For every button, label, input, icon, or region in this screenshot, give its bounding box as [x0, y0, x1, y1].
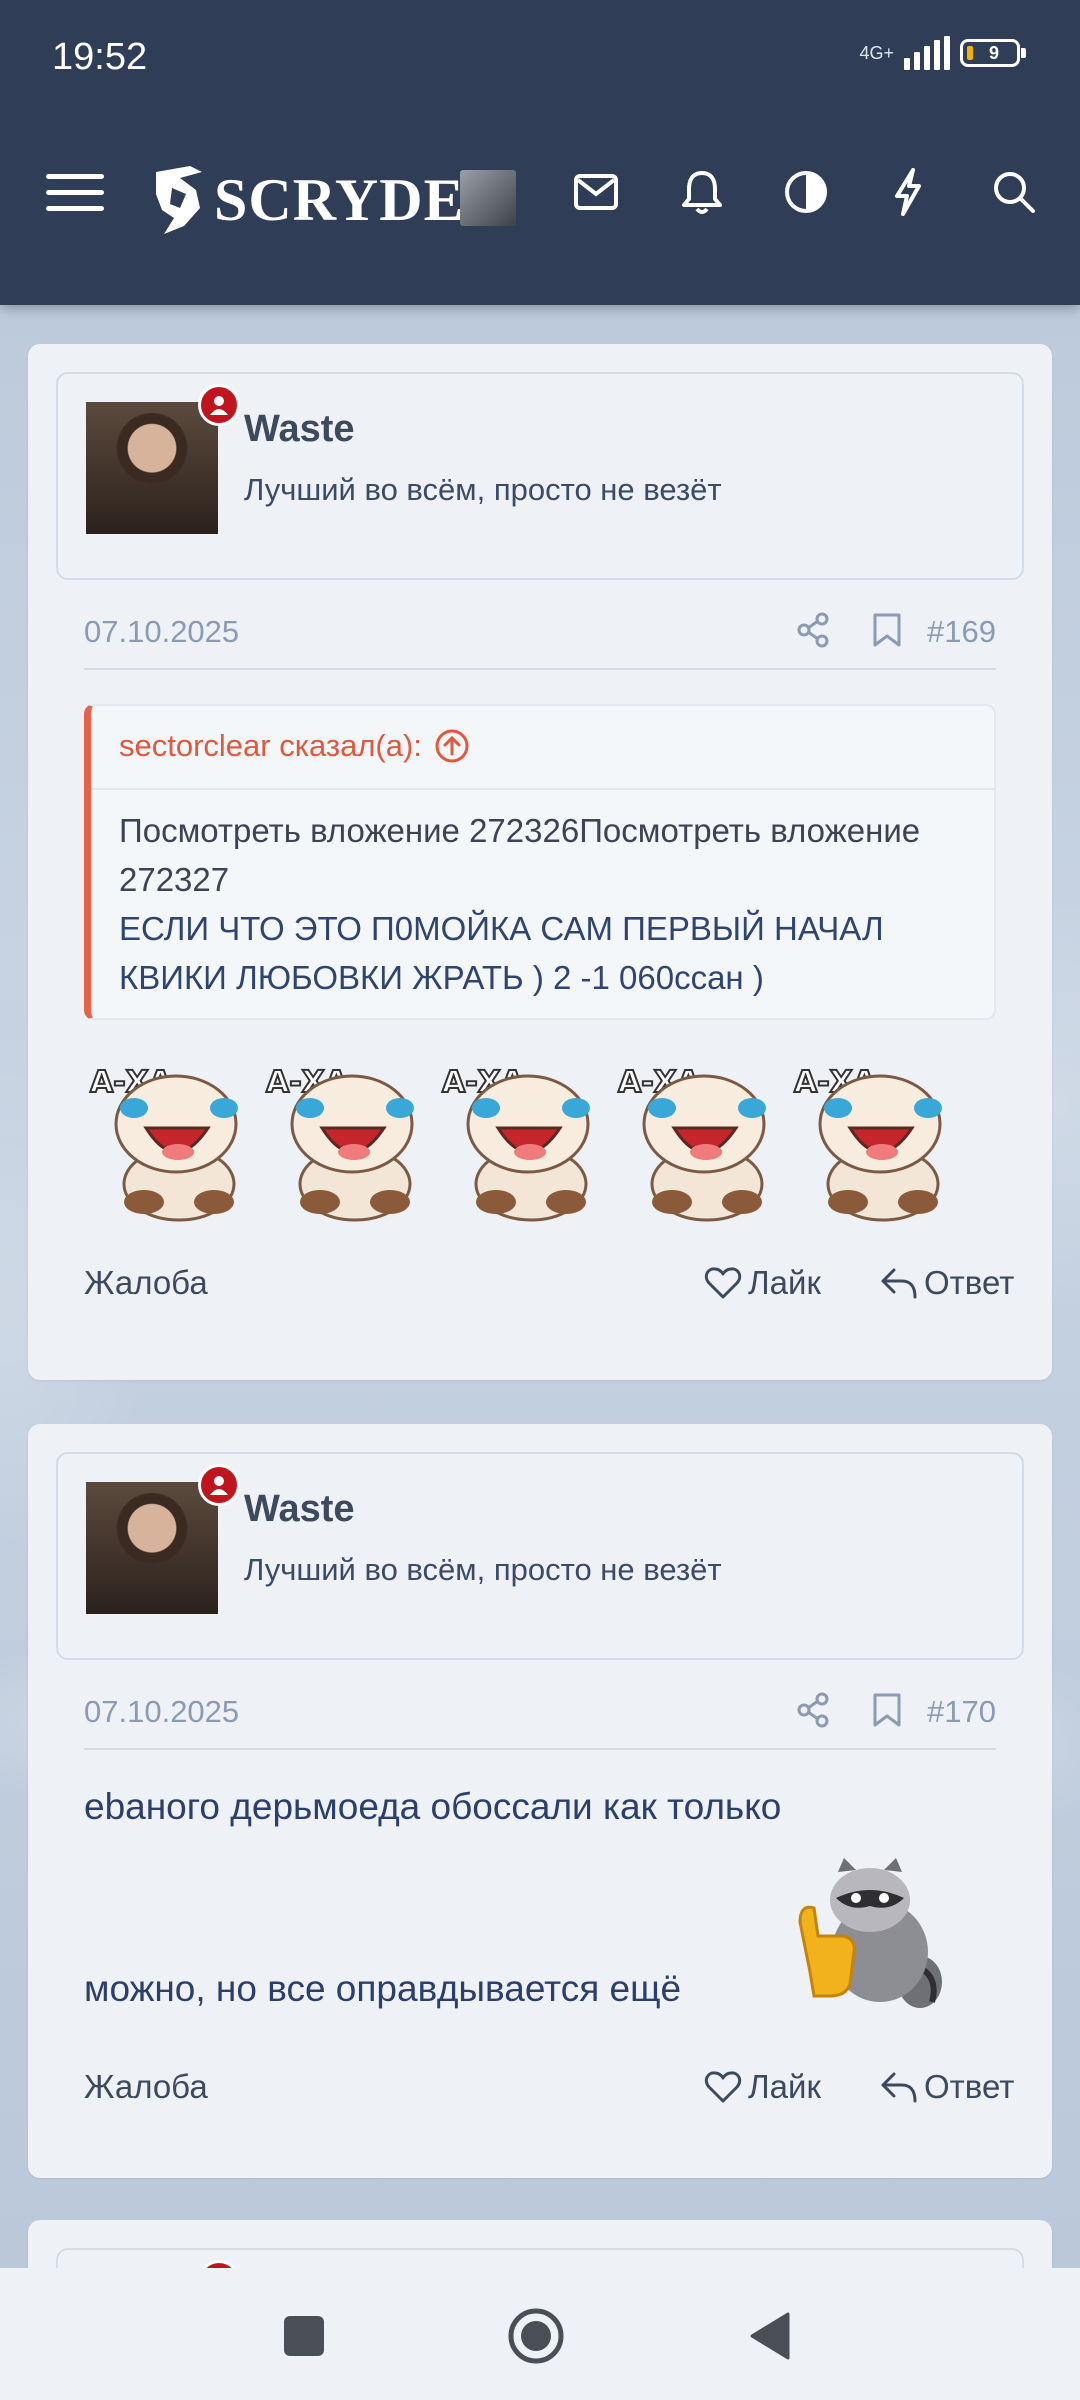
staff-badge-icon	[198, 1464, 240, 1506]
report-button[interactable]: Жалоба	[84, 2068, 208, 2106]
report-button[interactable]: Жалоба	[84, 1264, 208, 1302]
quote-author-row[interactable]: sectorclear сказал(а):	[119, 728, 470, 764]
heart-icon	[704, 1267, 742, 1299]
quote-text: ЕСЛИ ЧТО ЭТО П0МОЙКА САМ ПЕРВЫЙ НАЧАЛ КВ…	[119, 910, 884, 996]
post-card: Waste Лучший во всём, просто не везёт 07…	[28, 344, 1052, 1380]
battery-icon: 9	[960, 39, 1026, 67]
network-type: 4G+	[859, 43, 894, 63]
system-nav-bar	[0, 2268, 1080, 2400]
sticker-row: А-ХА А-ХА А-ХА А-ХА А-ХА	[84, 1044, 1004, 1224]
author-title: Лучший во всём, просто не везёт	[244, 1552, 722, 1587]
bookmark-icon[interactable]	[872, 612, 912, 652]
like-label: Лайк	[748, 2068, 821, 2105]
reply-label: Ответ	[924, 2068, 1015, 2105]
like-button[interactable]: Лайк	[704, 2068, 821, 2106]
logo-emblem-icon	[156, 166, 202, 234]
post-meta: 07.10.2025 #170	[84, 1688, 996, 1750]
reply-button[interactable]: Ответ	[880, 1264, 1014, 1302]
post-meta: 07.10.2025 #169	[84, 608, 996, 670]
search-icon[interactable]	[982, 160, 1046, 224]
laughing-sticker: А-ХА	[89, 1064, 238, 1222]
author-avatar[interactable]	[86, 1482, 218, 1614]
raccoon-thumbs-up-sticker	[798, 1858, 942, 2008]
author-title: Лучший во всём, просто не везёт	[244, 472, 722, 507]
back-icon	[750, 2312, 790, 2360]
recents-button[interactable]	[272, 2304, 336, 2368]
mail-icon[interactable]	[564, 160, 628, 224]
post-date[interactable]: 07.10.2025	[84, 1694, 239, 1730]
post-number[interactable]: #170	[927, 1694, 996, 1730]
quote-body: Посмотреть вложение 272326Посмотреть вло…	[119, 806, 979, 1002]
contrast-icon[interactable]	[774, 160, 838, 224]
quote-author[interactable]: sectorclear сказал(а):	[119, 728, 422, 764]
author-avatar[interactable]	[86, 402, 218, 534]
reply-icon	[881, 2072, 917, 2103]
battery-level: 9	[988, 42, 999, 63]
like-button[interactable]: Лайк	[704, 1264, 821, 1302]
laughing-sticker: А-ХА	[793, 1064, 942, 1222]
post-quote: sectorclear сказал(а): Посмотреть вложен…	[84, 704, 996, 1020]
status-time: 19:52	[52, 36, 148, 78]
laughing-sticker: А-ХА	[441, 1064, 590, 1222]
reply-icon	[881, 1268, 917, 1299]
account-avatar[interactable]	[460, 170, 516, 226]
status-icons: 4G+ 9	[859, 36, 1026, 70]
share-icon[interactable]	[796, 612, 836, 652]
site-logo[interactable]: SCRYDE	[150, 160, 465, 240]
post-text-line: ebаного дерьмоеда обоссали как только	[84, 1786, 782, 1827]
app-header: 19:52 4G+ 9 SCRYDE	[0, 0, 1080, 305]
post-text-line: можно, но все оправдывается ещё	[84, 1968, 682, 2009]
bolt-icon[interactable]	[876, 160, 940, 224]
home-icon	[508, 2308, 564, 2364]
reply-label: Ответ	[924, 1264, 1015, 1301]
author-name[interactable]: Waste	[244, 1488, 355, 1531]
post-author-box: Waste Лучший во всём, просто не везёт	[56, 372, 1024, 580]
bell-icon[interactable]	[670, 160, 734, 224]
post-number[interactable]: #169	[927, 614, 996, 650]
bookmark-icon[interactable]	[872, 1692, 912, 1732]
staff-badge-icon	[198, 384, 240, 426]
post-actions: Жалоба Лайк Ответ	[84, 2068, 1014, 2128]
quote-divider	[91, 788, 994, 790]
back-button[interactable]	[738, 2304, 802, 2368]
home-button[interactable]	[504, 2304, 568, 2368]
post-actions: Жалоба Лайк Ответ	[84, 1264, 1014, 1324]
laughing-sticker: А-ХА	[265, 1064, 414, 1222]
heart-icon	[704, 2071, 742, 2103]
quote-attachments-text[interactable]: Посмотреть вложение 272326Посмотреть вло…	[119, 806, 979, 904]
post-date[interactable]: 07.10.2025	[84, 614, 239, 650]
share-icon[interactable]	[796, 1692, 836, 1732]
report-label: Жалоба	[84, 1264, 208, 1301]
report-label: Жалоба	[84, 2068, 208, 2105]
author-name[interactable]: Waste	[244, 408, 355, 451]
menu-icon[interactable]	[44, 160, 108, 224]
like-label: Лайк	[748, 1264, 821, 1301]
post-card: Waste Лучший во всём, просто не везёт 07…	[28, 1424, 1052, 2178]
reply-button[interactable]: Ответ	[880, 2068, 1014, 2106]
laughing-sticker: А-ХА	[617, 1064, 766, 1222]
post-author-box: Waste Лучший во всём, просто не везёт	[56, 1452, 1024, 1660]
logo-text: SCRYDE	[214, 166, 465, 233]
signal-icon	[904, 36, 950, 70]
arrow-up-circle-icon[interactable]	[434, 728, 470, 764]
